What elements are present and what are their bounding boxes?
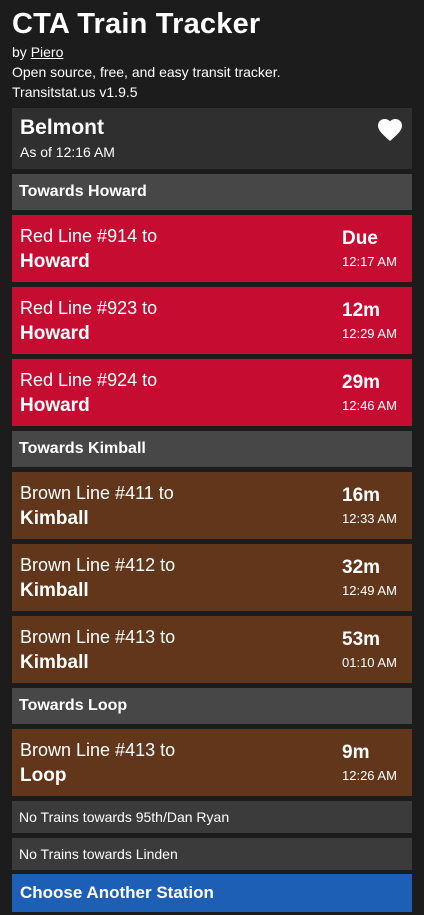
train-arrival: 53m 01:10 AM (342, 629, 404, 672)
train-card[interactable]: Brown Line #413 to Kimball 53m 01:10 AM (12, 616, 412, 683)
app-title: CTA Train Tracker (12, 8, 261, 40)
train-time: 12:17 AM (342, 254, 397, 269)
train-card[interactable]: Brown Line #412 to Kimball 32m 12:49 AM (12, 544, 412, 611)
author-link[interactable]: Piero (31, 44, 64, 60)
train-time: 12:29 AM (342, 326, 397, 341)
train-card[interactable]: Red Line #924 to Howard 29m 12:46 AM (12, 359, 412, 426)
section-header: Towards Loop (12, 688, 412, 724)
train-time: 01:10 AM (342, 655, 397, 670)
train-eta: 9m (342, 742, 370, 763)
train-time: 12:46 AM (342, 398, 397, 413)
train-eta: 16m (342, 485, 381, 506)
version-text: Transitstat.us v1.9.5 (12, 84, 138, 100)
page: CTA Train Tracker by Piero Open source, … (0, 0, 424, 912)
train-eta: 29m (342, 372, 381, 393)
no-trains-list: No Trains towards 95th/Dan Ryan No Trains… (12, 801, 412, 870)
station-name: Belmont (20, 116, 104, 139)
arrivals-list: Towards Howard Red Line #914 to Howard Due 1… (12, 174, 412, 796)
train-time: 12:33 AM (342, 511, 397, 526)
last-updated: As of 12:16 AM (20, 144, 115, 160)
section-header: Towards Kimball (12, 431, 412, 467)
train-eta: 12m (342, 300, 381, 321)
byline-prefix: by (12, 44, 27, 60)
train-arrival: 12m 12:29 AM (342, 300, 404, 343)
train-card[interactable]: Red Line #914 to Howard Due 12:17 AM (12, 215, 412, 282)
byline: by Piero (12, 43, 412, 62)
heart-icon[interactable] (376, 116, 404, 142)
train-eta: 53m (342, 629, 381, 650)
train-time: 12:49 AM (342, 583, 397, 598)
train-arrival: 9m 12:26 AM (342, 742, 404, 785)
train-card[interactable]: Red Line #923 to Howard 12m 12:29 AM (12, 287, 412, 354)
train-time: 12:26 AM (342, 768, 397, 783)
train-arrival: 16m 12:33 AM (342, 485, 404, 528)
train-card[interactable]: Brown Line #413 to Loop 9m 12:26 AM (12, 729, 412, 796)
train-eta: 32m (342, 557, 381, 578)
section-header: Towards Howard (12, 174, 412, 210)
train-card[interactable]: Brown Line #411 to Kimball 16m 12:33 AM (12, 472, 412, 539)
tagline: Open source, free, and easy transit trac… (12, 64, 281, 80)
train-arrival: 32m 12:49 AM (342, 557, 404, 600)
no-trains-message: No Trains towards Linden (12, 838, 412, 870)
train-arrival: Due 12:17 AM (342, 228, 404, 271)
choose-station-button[interactable]: Choose Another Station (12, 874, 412, 912)
train-eta: Due (342, 228, 378, 249)
station-card: Belmont As of 12:16 AM (12, 108, 412, 169)
no-trains-message: No Trains towards 95th/Dan Ryan (12, 801, 412, 833)
train-arrival: 29m 12:46 AM (342, 372, 404, 415)
